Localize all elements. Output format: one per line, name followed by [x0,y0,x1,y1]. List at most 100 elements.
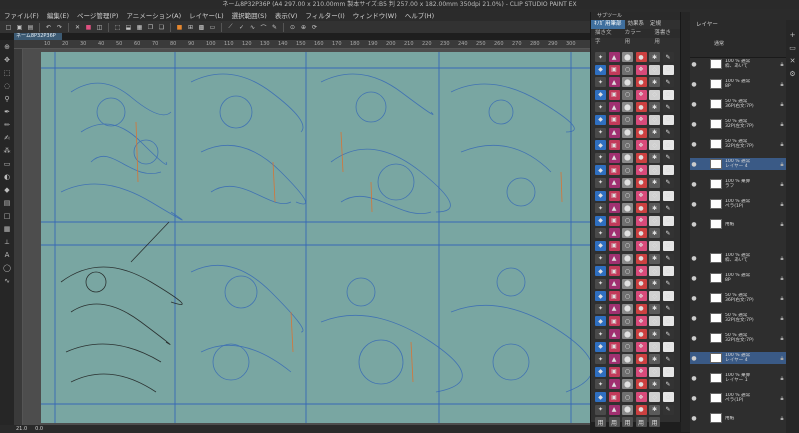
subtool-brush-icon[interactable]: ● [635,303,647,314]
subtool-brush-icon[interactable]: ▲ [608,102,620,113]
subtool-brush-icon[interactable]: ○ [622,240,633,251]
subtool-brush-icon[interactable]: ✎ [662,329,674,340]
layer-row[interactable]: ● 50 % 通常 36P(右文:7P) 🔒︎ [690,292,786,304]
subtool-label-icon[interactable]: 用 [649,417,660,428]
lock-icon[interactable]: 🔒︎ [778,141,786,147]
subtool-brush-icon[interactable]: ▲ [608,177,620,188]
subtool-brush-icon[interactable]: ○ [622,291,633,302]
eye-icon[interactable]: ● [690,335,698,341]
subtool-brush-icon[interactable]: ❖ [635,190,647,201]
subtool-brush-icon[interactable]: ✦ [595,278,606,289]
manga-page-canvas[interactable] [41,52,593,423]
lock-icon[interactable]: 🔒︎ [778,161,786,167]
subtool-brush-icon[interactable]: ◆ [595,64,606,75]
subtool-brush-icon[interactable]: ⬤ [622,127,633,138]
subtool-brush-icon[interactable]: ✱ [649,278,660,289]
menu-filter[interactable]: フィルター(I) [301,10,348,20]
lock-icon[interactable]: 🔒︎ [778,181,786,187]
menu-page[interactable]: ページ管理(P) [73,10,122,20]
subtool-brush-icon[interactable]: ◆ [595,165,606,176]
subtool-brush-icon[interactable]: ◇ [649,215,660,226]
subtool-label-icon[interactable]: 用 [608,417,620,428]
subtool-brush-icon[interactable]: ✱ [649,102,660,113]
subtool-brush-icon[interactable]: ▲ [608,253,620,264]
eye-icon[interactable]: ● [690,375,698,381]
subtool-brush-icon[interactable]: ⬤ [622,228,633,239]
zoom-value[interactable]: 21.0 [16,425,27,433]
blend-tool-icon[interactable]: ◐ [2,172,12,182]
select-all-icon[interactable]: ▦ [135,23,144,32]
menu-view[interactable]: 表示(V) [271,10,302,20]
lock-icon[interactable]: 🔒︎ [778,81,786,87]
eye-icon[interactable]: ● [690,81,698,87]
subtool-brush-icon[interactable]: ✦ [595,329,606,340]
subtool-brush-icon[interactable]: ✦ [595,253,606,264]
eye-icon[interactable]: ● [690,141,698,147]
eye-icon[interactable]: ● [690,275,698,281]
subtool-brush-icon[interactable]: ❖ [635,215,647,226]
subtool-brush-icon[interactable]: ▲ [608,303,620,314]
subtool-brush-icon[interactable]: ○ [622,140,633,151]
subtool-brush-icon[interactable]: ✿ [662,215,674,226]
menu-edit[interactable]: 編集(E) [43,10,73,20]
subtool-brush-icon[interactable]: ✎ [662,77,674,88]
subtool-brush-icon[interactable]: ◇ [649,190,660,201]
menu-selection[interactable]: 選択範囲(S) [228,10,271,20]
eye-icon[interactable]: ● [690,395,698,401]
stabilizer-icon[interactable]: ∿ [248,23,257,32]
frame-tool-icon[interactable]: ▦ [2,224,12,234]
subtool-brush-icon[interactable]: ⬤ [622,152,633,163]
subtool-brush-icon[interactable]: ✦ [595,102,606,113]
subtool-brush-icon[interactable]: ✦ [595,52,606,62]
subtool-brush-icon[interactable]: ▣ [608,165,620,176]
subtool-brush-icon[interactable]: ◇ [649,64,660,75]
subtool-brush-icon[interactable]: ◇ [649,240,660,251]
subtool-brush-icon[interactable]: ▣ [608,114,620,125]
zoom-icon[interactable]: ⊕ [299,23,308,32]
subtool-brush-icon[interactable]: ▣ [608,89,620,100]
subtool-brush-icon[interactable]: ● [635,228,647,239]
magnifier-icon[interactable]: ⊙ [288,23,297,32]
new-layer-icon[interactable]: + [788,30,798,40]
eye-icon[interactable]: ● [690,181,698,187]
layer-row[interactable]: ● 100 % 乗算 レイヤー 1 🔒︎ [690,372,786,384]
subtool-brush-icon[interactable]: ❖ [635,89,647,100]
rotation-value[interactable]: 0.0 [35,425,43,433]
subtool-brush-icon[interactable]: ● [635,127,647,138]
lock-icon[interactable]: 🔒︎ [778,315,786,321]
subtool-brush-icon[interactable]: ▲ [608,379,620,390]
subtool-brush-icon[interactable]: ❖ [635,64,647,75]
balloon-tool-icon[interactable]: ◯ [2,263,12,273]
subtool-brush-icon[interactable]: ✱ [649,404,660,415]
subtool-brush-icon[interactable]: ● [635,354,647,365]
eye-icon[interactable]: ● [690,201,698,207]
subtool-brush-icon[interactable]: ◇ [649,291,660,302]
subtool-brush-icon[interactable]: ▲ [608,203,620,214]
eye-icon[interactable]: ● [690,255,698,261]
subtool-brush-icon[interactable]: ◇ [649,266,660,277]
subtool-brush-icon[interactable]: ✿ [662,114,674,125]
lock-icon[interactable]: 🔒︎ [778,221,786,227]
deselect-icon[interactable]: ⬚ [113,23,122,32]
subtool-brush-icon[interactable]: ✱ [649,77,660,88]
pen-tool-icon[interactable]: ✒ [2,107,12,117]
subtool-brush-icon[interactable]: ✎ [662,228,674,239]
subtool-brush-icon[interactable]: ◇ [649,316,660,327]
subtool-brush-icon[interactable]: ○ [622,190,633,201]
move-tool-icon[interactable]: ✥ [2,55,12,65]
subtool-brush-icon[interactable]: ○ [622,215,633,226]
layer-row[interactable]: ● 100 % 通常 レイヤー 4 🔒︎ [690,158,786,170]
subtool-brush-icon[interactable]: ✦ [595,77,606,88]
subtool-brush-icon[interactable]: ✎ [662,354,674,365]
subtool-brush-icon[interactable]: ◇ [649,366,660,377]
subtool-brush-icon[interactable]: ✎ [662,203,674,214]
subtool-brush-icon[interactable]: ❖ [635,291,647,302]
subtool-brush-icon[interactable]: ◆ [595,366,606,377]
subtool-brush-icon[interactable]: ⬤ [622,278,633,289]
subtool-brush-icon[interactable]: ❖ [635,366,647,377]
subtool-brush-icon[interactable]: ▲ [608,404,620,415]
subtool-brush-icon[interactable]: ✿ [662,341,674,352]
layer-row[interactable]: ● 100 % 乗算 ラフ 🔒︎ [690,178,786,190]
menu-help[interactable]: ヘルプ(H) [401,10,438,20]
subtool-brush-icon[interactable]: ✦ [595,303,606,314]
